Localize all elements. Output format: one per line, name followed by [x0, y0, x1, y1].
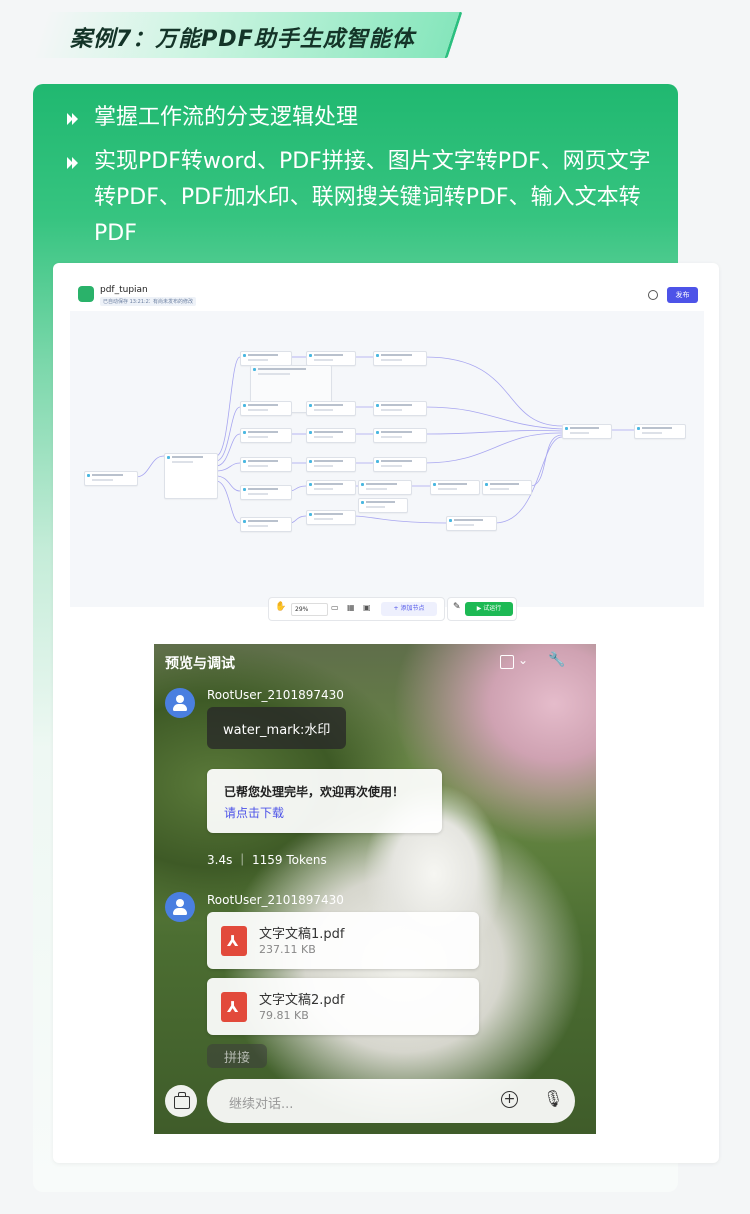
bullet-item: 掌握工作流的分支逻辑处理 [66, 100, 666, 136]
workflow-node[interactable] [84, 471, 138, 486]
toolbox-icon[interactable] [165, 1085, 197, 1117]
workflow-node[interactable] [164, 453, 218, 499]
file-size: 79.81 KB [259, 1009, 309, 1022]
workflow-node[interactable] [373, 428, 427, 443]
workflow-node[interactable] [358, 480, 412, 495]
bot-message-bubble: 已帮您处理完毕，欢迎再次使用！ 请点击下载 [207, 769, 442, 833]
workflow-node[interactable] [240, 401, 292, 416]
workflow-node[interactable] [430, 480, 480, 495]
partial-message-bubble: 拼接 [207, 1044, 267, 1068]
workflow-node[interactable] [306, 351, 356, 366]
canvas-toolbar: ✋ 29% ▭ ▦ ▣ + 添加节点 [268, 597, 445, 621]
plus-icon[interactable]: + [501, 1091, 518, 1108]
chat-input[interactable]: 继续对话... + 🎙 [207, 1079, 575, 1123]
image-icon[interactable]: ▣ [363, 603, 371, 612]
file-card[interactable]: ⅄ 文字文稿1.pdf 237.11 KB [207, 912, 479, 969]
download-link[interactable]: 请点击下载 [224, 804, 284, 821]
hand-icon[interactable]: ✋ [275, 602, 286, 612]
workflow-node[interactable] [240, 428, 292, 443]
workflow-node[interactable] [306, 428, 356, 443]
workflow-header: pdf_tupian 已自动保存 13:21:23 有尚未发布的修改 发布 [70, 277, 704, 312]
zoom-select[interactable]: 29% [291, 603, 328, 616]
workflow-node[interactable] [240, 485, 292, 500]
workflow-node[interactable] [306, 510, 356, 525]
workflow-node[interactable] [634, 424, 686, 439]
preview-title: 预览与调试 [165, 656, 235, 672]
user-name: RootUser_2101897430 [207, 688, 344, 702]
avatar [165, 892, 195, 922]
chevron-down-icon[interactable]: ⌄ [518, 653, 528, 667]
file-card[interactable]: ⅄ 文字文稿2.pdf 79.81 KB [207, 978, 479, 1035]
workflow-logo-icon [78, 286, 94, 302]
workflow-node[interactable] [373, 457, 427, 472]
publish-button[interactable]: 发布 [667, 287, 698, 303]
user-name: RootUser_2101897430 [207, 893, 344, 907]
bot-message-text: 已帮您处理完毕，欢迎再次使用！ [224, 785, 405, 799]
workflow-node[interactable] [373, 351, 427, 366]
case-title: 案例7：万能PDF助手生成智能体 [70, 27, 415, 52]
workflow-node[interactable] [240, 351, 292, 366]
workflow-node[interactable] [562, 424, 612, 439]
pdf-file-icon: ⅄ [221, 992, 247, 1022]
user-message-text: water_mark:水印 [223, 723, 331, 738]
bullet-list: 掌握工作流的分支逻辑处理 实现PDF转word、PDF拼接、图片文字转PDF、网… [66, 100, 666, 260]
double-arrow-icon [67, 157, 78, 169]
workflow-node[interactable] [446, 516, 497, 531]
grid-icon[interactable]: ▦ [347, 603, 355, 612]
workflow-name[interactable]: pdf_tupian [100, 285, 148, 295]
workflow-editor: pdf_tupian 已自动保存 13:21:23 有尚未发布的修改 发布 ✋ … [70, 277, 704, 621]
double-arrow-icon [67, 113, 78, 125]
file-name: 文字文稿2.pdf [259, 993, 345, 1008]
preview-debug-panel: 预览与调试 ⌄ 🔧 RootUser_2101897430 water_mark… [154, 644, 596, 1134]
workflow-node[interactable] [306, 480, 356, 495]
edit-icon[interactable]: ✎ [453, 602, 461, 612]
workflow-node[interactable] [306, 457, 356, 472]
workflow-node[interactable] [482, 480, 532, 495]
microphone-icon[interactable]: 🎙 [543, 1089, 563, 1108]
autosave-status: 已自动保存 13:21:23 [100, 297, 156, 306]
user-message-bubble: water_mark:水印 [207, 707, 346, 749]
file-size: 237.11 KB [259, 943, 316, 956]
pdf-file-icon: ⅄ [221, 926, 247, 956]
workflow-node[interactable] [240, 457, 292, 472]
workflow-canvas[interactable]: ✋ 29% ▭ ▦ ▣ + 添加节点 ✎ ▶ 试运行 [70, 311, 704, 621]
settings-panel-icon[interactable] [500, 655, 514, 669]
response-stats: 3.4s ｜ 1159 Tokens [207, 853, 327, 867]
workflow-node[interactable] [306, 401, 356, 416]
file-name: 文字文稿1.pdf [259, 927, 345, 942]
comment-icon[interactable]: ▭ [331, 603, 339, 612]
workflow-node[interactable] [358, 498, 408, 513]
history-icon[interactable] [648, 290, 658, 300]
workflow-node[interactable] [373, 401, 427, 416]
bullet-item: 实现PDF转word、PDF拼接、图片文字转PDF、网页文字转PDF、PDF加水… [66, 144, 666, 252]
bullet-text: 掌握工作流的分支逻辑处理 [94, 105, 359, 130]
run-toolbar: ✎ ▶ 试运行 [447, 597, 517, 621]
add-node-button[interactable]: + 添加节点 [381, 602, 437, 616]
case-title-tag: 案例7：万能PDF助手生成智能体 [32, 12, 463, 58]
chat-input-placeholder: 继续对话... [229, 1097, 294, 1112]
workflow-node[interactable] [240, 517, 292, 532]
test-run-button[interactable]: ▶ 试运行 [465, 602, 513, 616]
wrench-icon[interactable]: 🔧 [548, 652, 565, 668]
unpublished-badge: 有尚未发布的修改 [150, 297, 197, 306]
bullet-text: 实现PDF转word、PDF拼接、图片文字转PDF、网页文字转PDF、PDF加水… [94, 149, 651, 246]
avatar [165, 688, 195, 718]
screenshot-panel: pdf_tupian 已自动保存 13:21:23 有尚未发布的修改 发布 ✋ … [53, 263, 719, 1163]
